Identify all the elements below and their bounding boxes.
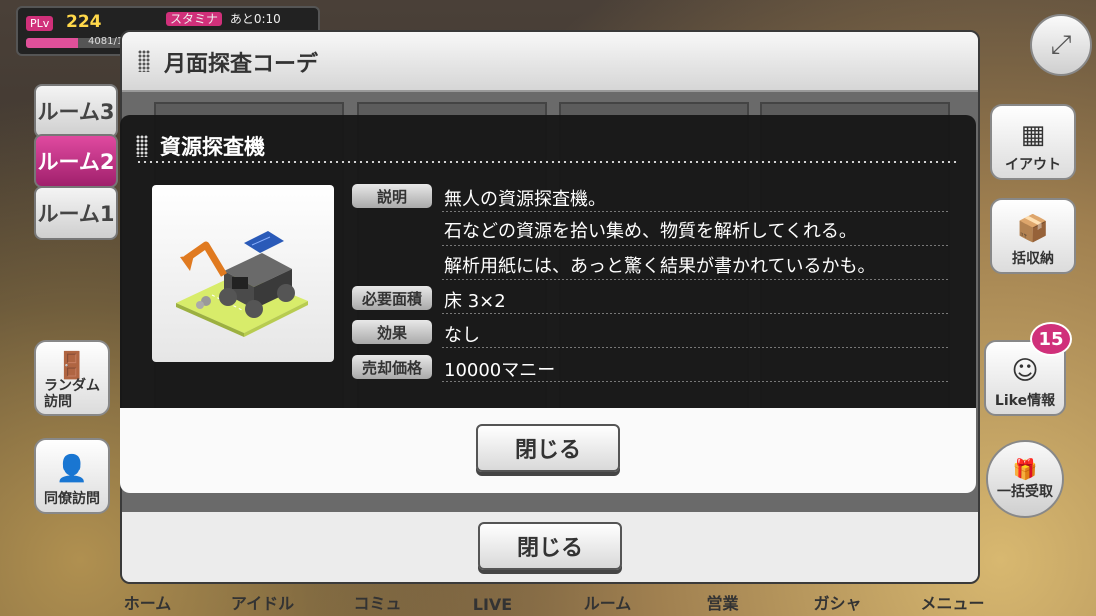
nav-sales[interactable]: 営業 [668, 590, 778, 616]
gift-icon: 🎁 [1012, 457, 1038, 481]
stamina-timer: あと0:10 [229, 12, 281, 26]
outer-dialog-footer: 閉じる [122, 512, 978, 582]
exp-bar-fill [26, 38, 78, 48]
tab-room-1[interactable]: ルーム1 [34, 186, 118, 240]
divider [442, 211, 950, 212]
divider [442, 245, 950, 246]
layout-label: イアウト [1005, 157, 1061, 173]
random-visit-button[interactable]: 🚪 ランダム 訪問 [34, 340, 110, 416]
description-row: 説明 無人の資源探査機。 [350, 182, 950, 212]
close-button[interactable]: 閉じる [476, 424, 620, 472]
like-info-label: Like情報 [994, 393, 1056, 409]
bulk-store-button[interactable]: 📦 括収納 [990, 198, 1076, 274]
effect-row: 効果 なし [350, 318, 950, 348]
outer-dialog-title: 月面探査コーデ [164, 52, 319, 77]
nav-menu[interactable]: メニュー [898, 590, 1008, 616]
nav-home[interactable]: ホーム [93, 590, 203, 616]
area-label: 必要面積 [352, 286, 432, 310]
layout-button[interactable]: ▦ イアウト [990, 104, 1076, 180]
like-count-badge: 15 [1030, 322, 1072, 356]
divider [442, 347, 950, 348]
description-line-3: 解析用紙には、あっと驚く結果が書かれているかも。 [444, 256, 876, 277]
tab-room-2[interactable]: ルーム2 [34, 134, 118, 188]
effect-value: なし [444, 325, 480, 346]
resource-explorer-image [176, 231, 308, 337]
description-line-2: 石などの資源を拾い集め、物質を解析してくれる。 [444, 221, 857, 242]
nav-idol[interactable]: アイドル [208, 590, 318, 616]
outer-close-button[interactable]: 閉じる [478, 522, 622, 570]
area-row: 必要面積 床 3×2 [350, 284, 950, 314]
divider [442, 279, 950, 280]
item-detail-dialog: 資源探査機 説明 無人の資源探査機。 石などの資源を拾い集め、物質を解析してくれ… [120, 115, 976, 493]
stamina-indicator: スタミナ あと0:10 [166, 10, 281, 27]
bulk-store-label: 括収納 [1012, 251, 1054, 267]
person-icon: 👤 [55, 454, 89, 484]
divider [442, 313, 950, 314]
item-detail-footer: 閉じる [120, 408, 976, 493]
grip-icon [138, 50, 150, 72]
tab-room-3[interactable]: ルーム3 [34, 84, 118, 138]
sell-price-value: 10000マニー [444, 360, 556, 381]
player-level: 224 [66, 12, 102, 32]
outer-dialog-header: 月面探査コーデ [122, 32, 978, 92]
colleague-visit-button[interactable]: 👤 同僚訪問 [34, 438, 110, 514]
smile-icon: ☺ [1011, 356, 1039, 386]
nav-commu[interactable]: コミュ [323, 590, 433, 616]
door-icon: 🚪 [55, 351, 89, 381]
sell-price-label: 売却価格 [352, 355, 432, 379]
nav-room[interactable]: ルーム [553, 590, 663, 616]
divider [442, 381, 950, 382]
nav-live[interactable]: LIVE [438, 595, 548, 616]
expand-icon[interactable]: ⤢ [1030, 14, 1092, 76]
sell-price-row: 売却価格 10000マニー [350, 353, 950, 383]
description-label: 説明 [352, 184, 432, 208]
area-value: 床 3×2 [444, 291, 506, 312]
item-thumbnail [152, 185, 334, 362]
item-detail-body: 資源探査機 説明 無人の資源探査機。 石などの資源を拾い集め、物質を解析してくれ… [120, 115, 976, 408]
box-icon: 📦 [1016, 214, 1050, 244]
item-name: 資源探査機 [160, 135, 265, 159]
colleague-visit-label: 同僚訪問 [44, 491, 100, 507]
stamina-badge: スタミナ [166, 12, 223, 26]
bulk-receive-label: 一括受取 [997, 484, 1053, 500]
description-line-1: 無人の資源探査機。 [444, 189, 606, 210]
title-divider [136, 161, 958, 163]
layout-icon: ▦ [1020, 120, 1046, 150]
nav-gacha[interactable]: ガシャ [783, 590, 893, 616]
grip-icon [136, 135, 148, 157]
plv-badge: PLv [26, 16, 54, 31]
bulk-receive-button[interactable]: 🎁 一括受取 [986, 440, 1064, 518]
effect-label: 効果 [352, 320, 432, 344]
random-visit-label: ランダム 訪問 [44, 378, 100, 410]
